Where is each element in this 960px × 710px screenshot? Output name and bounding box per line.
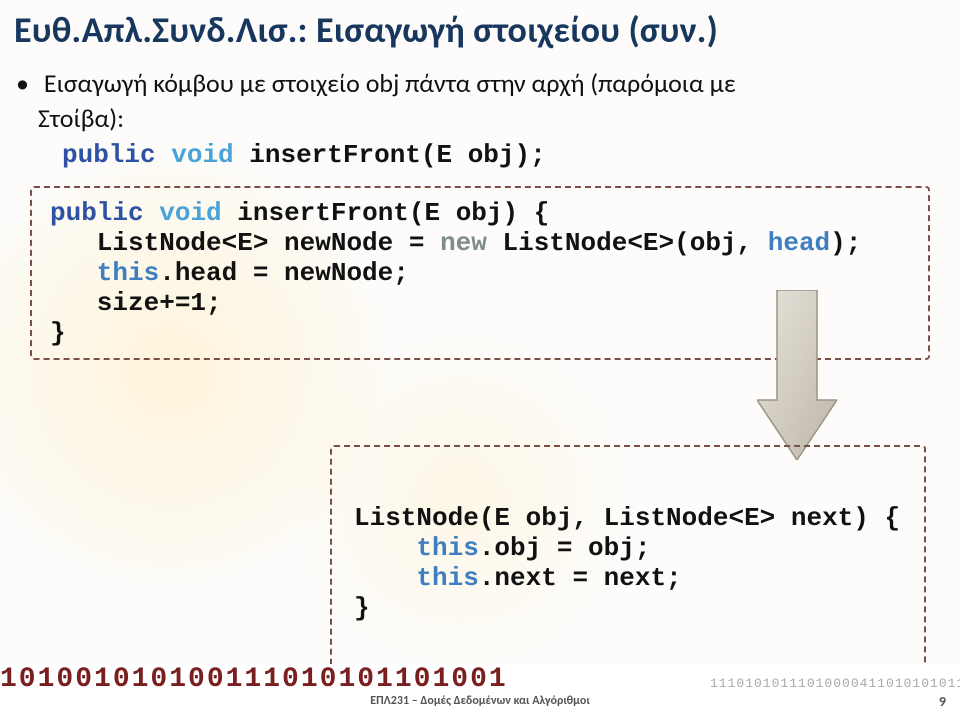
arrow-down-icon	[757, 290, 837, 460]
kw-void: void	[171, 140, 233, 170]
footer: 101001010100111010101101001 111010101110…	[0, 664, 960, 710]
ctor-l2: this.obj = obj;	[354, 533, 906, 563]
ctor-l1: ListNode(E obj, ListNode<E> next) {	[354, 503, 906, 533]
binary-left: 101001010100111010101101001	[0, 664, 710, 694]
footer-course: ΕΠΛ231 – Δομές Δεδομένων και Αλγόριθμοι	[0, 694, 960, 710]
bullet-line2: Στοίβα):	[38, 102, 124, 134]
ctor-l3: this.next = next;	[354, 563, 906, 593]
binary-right: 11101010111010000411010101011101000041	[710, 668, 960, 691]
slide: Ευθ.Απλ.Συνδ.Λισ.: Εισαγωγή στοιχείου (σ…	[0, 0, 960, 710]
sig-name: insertFront(E obj);	[249, 140, 545, 170]
code-l3: this.head = newNode;	[50, 258, 910, 288]
page-number: 9	[939, 693, 946, 710]
bullet-line1: Εισαγωγή κόμβου με στοιχείο obj πάντα στ…	[44, 67, 736, 99]
code-l1: public void insertFront(E obj) {	[50, 198, 910, 228]
code-box-constructor: ListNode(E obj, ListNode<E> next) { this…	[330, 445, 926, 671]
bullet-insert-front: Εισαγωγή κόμβου με στοιχείο obj πάντα στ…	[38, 66, 946, 136]
page-title: Ευθ.Απλ.Συνδ.Λισ.: Εισαγωγή στοιχείου (σ…	[14, 8, 946, 52]
code-l2: ListNode<E> newNode = new ListNode<E>(ob…	[50, 228, 910, 258]
ctor-l4: }	[354, 593, 906, 623]
method-signature: public void insertFront(E obj);	[62, 140, 946, 170]
kw-public: public	[62, 140, 156, 170]
binary-strip: 101001010100111010101101001 111010101110…	[0, 664, 960, 694]
